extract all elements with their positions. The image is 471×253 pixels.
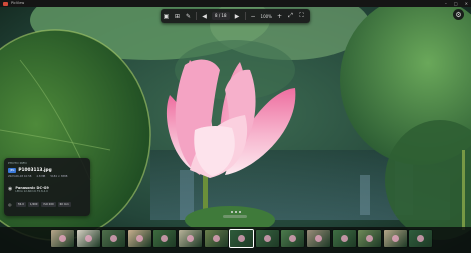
minimize-icon[interactable]: –: [445, 1, 447, 6]
zoom-in-icon[interactable]: +: [274, 11, 285, 22]
filmstrip-thumbnail[interactable]: [51, 230, 74, 247]
page-dots: [231, 211, 241, 213]
filmstrip-thumbnail[interactable]: [281, 230, 305, 247]
filmstrip-thumbnail[interactable]: [255, 230, 279, 247]
file-type-badge: JPG: [8, 168, 17, 173]
filmstrip-thumbnail[interactable]: [383, 230, 407, 247]
thumbnail-preview: [84, 235, 92, 242]
thumbnail-preview: [289, 235, 297, 242]
thumbnail-preview: [59, 235, 66, 242]
toolbar-divider: [244, 12, 246, 20]
next-icon[interactable]: ▶: [232, 11, 243, 22]
fit-icon[interactable]: ⤢: [285, 11, 296, 22]
thumbnail-preview: [187, 235, 194, 242]
image-counter: 8 / 18: [212, 12, 230, 20]
filmstrip-thumbnail[interactable]: [409, 230, 433, 247]
prev-icon[interactable]: ◀: [199, 11, 210, 22]
filmstrip-thumbnail[interactable]: [307, 230, 330, 247]
panel-section-label: PHOTO INFO: [8, 161, 27, 165]
fullscreen-icon[interactable]: ⛶: [296, 11, 307, 22]
thumbnail-preview: [263, 235, 271, 242]
filmstrip-thumbnail[interactable]: [102, 230, 126, 247]
zoom-level: 100%: [260, 13, 272, 19]
filmstrip-thumbnail[interactable]: [204, 230, 228, 247]
file-name: P1003113.jpg: [18, 168, 52, 173]
window-title: PicView: [11, 1, 25, 5]
filmstrip-thumbnail[interactable]: [358, 230, 382, 247]
exif-iso: ISO 200: [41, 202, 56, 207]
file-date: 2023-06-18 10:58: [8, 175, 32, 178]
photo-info-panel: PHOTO INFO JPG P1003113.jpg 2023-06-18 1…: [4, 158, 90, 216]
exif-row: ◎ f/4.0 1/400 ISO 200 60 mm: [8, 202, 71, 207]
toolbar-divider: [196, 12, 197, 20]
edit-icon[interactable]: ✎: [183, 11, 194, 22]
filmstrip-thumbnail[interactable]: [76, 230, 100, 247]
thumbnail-preview: [315, 235, 322, 242]
zoom-out-icon[interactable]: −: [248, 11, 259, 22]
filmstrip-thumbnail[interactable]: [153, 230, 177, 247]
filmstrip-thumbnail[interactable]: [332, 230, 356, 247]
filmstrip: [0, 227, 471, 253]
gallery-icon[interactable]: ⊞: [172, 11, 183, 22]
file-meta-row: 2023-06-18 10:58 4.8 MB 5184 × 3888: [8, 175, 67, 178]
window-controls: – □ ✕: [445, 0, 468, 7]
filmstrip-thumbnail[interactable]: [127, 230, 151, 247]
file-row: JPG P1003113.jpg: [8, 168, 52, 173]
thumbnail-preview: [161, 235, 169, 242]
settings-gear-icon[interactable]: ⚙: [453, 9, 464, 20]
thumbnail-preview: [417, 235, 425, 242]
filmstrip-handle[interactable]: [223, 215, 247, 218]
exif-shutter: 1/400: [27, 202, 40, 207]
thumbnail-preview: [366, 235, 374, 242]
thumbnail-preview: [391, 235, 399, 242]
thumbnail-preview: [212, 235, 220, 242]
image-view-icon[interactable]: ▣: [161, 11, 172, 22]
camera-row: ◉ Panasonic DC-G9 LEICA 12-60mm F2.8-4.0: [8, 186, 49, 193]
title-bar: PicView – □ ✕: [0, 0, 471, 7]
filmstrip-thumbnail[interactable]: [179, 230, 202, 247]
aperture-icon: ◎: [8, 202, 12, 207]
file-dimensions: 5184 × 3888: [50, 175, 68, 178]
file-size: 4.8 MB: [36, 175, 46, 178]
thumbnail-preview: [340, 235, 348, 242]
maximize-icon[interactable]: □: [454, 1, 458, 6]
thumbnail-preview: [238, 235, 246, 242]
filmstrip-thumbnail[interactable]: [230, 230, 254, 247]
exif-focal-length: 60 mm: [57, 202, 71, 207]
app-logo-icon: [3, 1, 8, 6]
lens-name: LEICA 12-60mm F2.8-4.0: [15, 190, 48, 193]
thumbnail-preview: [110, 235, 118, 242]
viewer-toolbar: ▣ ⊞ ✎ ◀ 8 / 18 ▶ − 100% + ⤢ ⛶: [161, 9, 310, 23]
thumbnail-preview: [135, 235, 143, 242]
camera-icon: ◉: [8, 186, 13, 192]
exif-aperture: f/4.0: [16, 202, 26, 207]
close-icon[interactable]: ✕: [465, 1, 468, 6]
